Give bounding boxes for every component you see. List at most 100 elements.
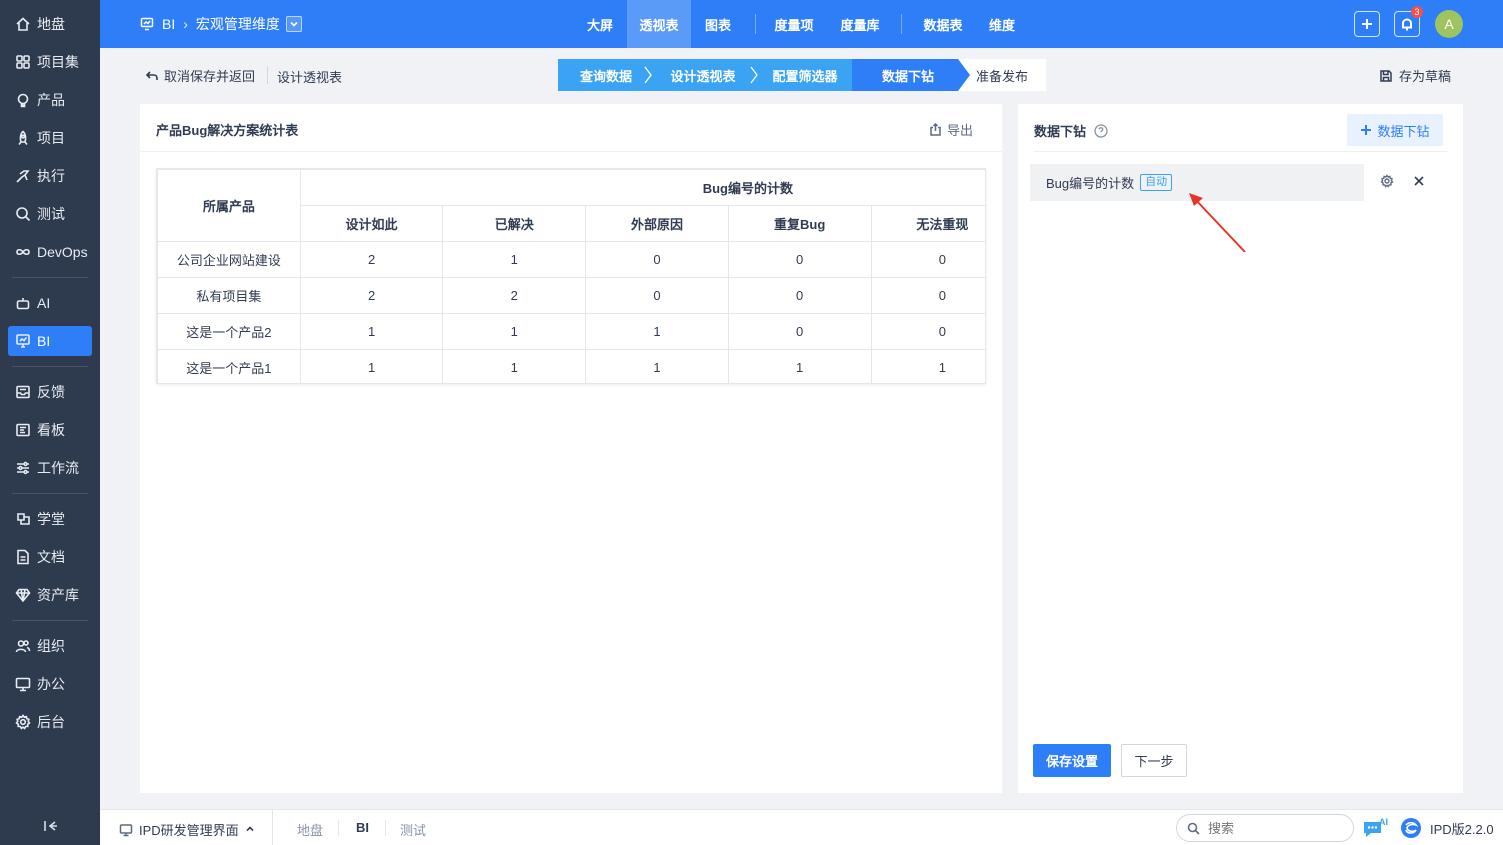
version-info[interactable]: IPD版2.2.0	[1400, 817, 1494, 839]
pivot-table: 所属产品 Bug编号的计数 设计如此 已解决 外部原因 重复Bug 无法重现 延…	[156, 168, 986, 384]
global-search[interactable]	[1176, 814, 1354, 842]
add-drilldown-label: 数据下钻	[1377, 123, 1430, 139]
save-icon	[1380, 69, 1392, 82]
drilldown-title: 数据下钻	[1034, 121, 1108, 140]
footer-tab-qa[interactable]: 测试	[400, 820, 426, 839]
help-icon[interactable]	[1094, 123, 1108, 138]
step-design-pivot[interactable]: 设计透视表	[654, 59, 752, 91]
academy-icon	[15, 511, 31, 527]
grid-icon	[15, 54, 31, 70]
avatar[interactable]: A	[1435, 10, 1463, 38]
table-cell: 2	[299, 277, 444, 314]
sidebar-item-academy[interactable]: 学堂	[8, 504, 92, 534]
oa-icon	[15, 676, 31, 692]
search-input[interactable]	[1208, 820, 1338, 836]
ai-chat-icon[interactable]: AI	[1362, 816, 1390, 840]
table-cell: 0	[585, 277, 729, 314]
sidebar-item-program[interactable]: 项目集	[8, 47, 92, 77]
table-row: 这是一个产品1 1 1 1 1 1	[157, 349, 985, 383]
sidebar-item-execution[interactable]: 执行	[8, 161, 92, 191]
sidebar-item-ai[interactable]: AI	[8, 288, 92, 318]
sidebar-item-label: 工作流	[37, 460, 79, 476]
column-header: 设计如此	[299, 205, 444, 242]
search-icon	[1187, 822, 1200, 835]
step-config-filter[interactable]: 配置筛选器	[752, 59, 858, 91]
return-arrow-icon	[145, 70, 158, 80]
sidebar-item-label: 文档	[37, 549, 65, 565]
table-cell: 1	[442, 313, 587, 350]
sidebar-item-dashboard[interactable]: 地盘	[8, 9, 92, 39]
step-chevron-icon	[644, 66, 652, 84]
nav-dimension[interactable]: 维度	[981, 0, 1023, 48]
sidebar-item-label: 反馈	[37, 384, 65, 400]
export-button[interactable]: 导出	[929, 120, 973, 139]
nav-metric-library[interactable]: 度量库	[832, 0, 888, 48]
nav-chart[interactable]: 图表	[694, 0, 742, 48]
back-label: 取消保存并返回	[164, 69, 256, 84]
sidebar-item-label: DevOps	[37, 244, 88, 260]
breadcrumb-root[interactable]: BI	[162, 16, 175, 32]
table-cell: 1	[727, 349, 872, 383]
save-draft-button[interactable]: 存为草稿	[1379, 66, 1451, 85]
column-header: 外部原因	[585, 205, 729, 242]
table-row: 私有项目集 2 2 0 0 0	[157, 277, 985, 314]
plus-icon	[1361, 125, 1372, 135]
add-button[interactable]	[1354, 11, 1380, 37]
step-prepare-publish[interactable]: 准备发布	[958, 59, 1046, 91]
sidebar-item-project[interactable]: 项目	[8, 123, 92, 153]
table-cell: 1	[442, 241, 587, 278]
nav-metric[interactable]: 度量项	[766, 0, 822, 48]
sidebar-item-label: BI	[37, 333, 51, 349]
nav-pivot[interactable]: 透视表	[627, 0, 691, 48]
table-cell: 0	[870, 241, 985, 278]
ai-badge: AI	[1379, 817, 1388, 827]
nav-datatable[interactable]: 数据表	[915, 0, 971, 48]
table-cell: 0	[585, 241, 729, 278]
sidebar-item-label: 产品	[37, 92, 65, 108]
save-settings-button[interactable]: 保存设置	[1033, 744, 1111, 777]
close-icon	[1414, 176, 1424, 186]
step-chevron-icon	[958, 59, 970, 91]
pivot-title: 产品Bug解决方案统计表	[156, 123, 299, 138]
divider	[272, 810, 273, 845]
footer-tab-dashboard[interactable]: 地盘	[297, 820, 323, 839]
export-label: 导出	[947, 123, 974, 138]
drilldown-delete-button[interactable]	[1412, 174, 1428, 190]
sidebar-item-product[interactable]: 产品	[8, 85, 92, 115]
sidebar-item-office[interactable]: 办公	[8, 669, 92, 699]
sidebar-item-devops[interactable]: DevOps	[8, 237, 92, 267]
zentao-logo-icon	[1401, 818, 1421, 838]
footer-bar: IPD研发管理界面 地盘 BI 测试 AI IPD版2.2.0	[100, 809, 1503, 845]
column-header: 无法重现	[870, 205, 985, 242]
sidebar-item-label: 办公	[37, 676, 65, 692]
nav-screen[interactable]: 大屏	[576, 0, 624, 48]
sidebar-divider	[12, 620, 88, 621]
sidebar-item-workflow[interactable]: 工作流	[8, 453, 92, 483]
app-switcher[interactable]: IPD研发管理界面	[119, 820, 255, 839]
collapse-sidebar-icon[interactable]	[41, 817, 59, 835]
sidebar-item-org[interactable]: 组织	[8, 631, 92, 661]
sidebar-item-admin[interactable]: 后台	[8, 707, 92, 737]
step-drilldown[interactable]: 数据下钻	[858, 59, 958, 91]
chevron-down-icon[interactable]	[285, 16, 302, 32]
run-icon	[15, 168, 31, 184]
step-query-data[interactable]: 查询数据	[558, 59, 654, 91]
sidebar-item-qa[interactable]: 测试	[8, 199, 92, 229]
cancel-and-return-button[interactable]: 取消保存并返回	[145, 66, 255, 85]
step-chevron-icon	[750, 66, 758, 84]
gear-icon	[1380, 174, 1394, 188]
table-row: 公司企业网站建设 2 1 0 0 0	[157, 241, 985, 278]
drilldown-settings-button[interactable]	[1380, 174, 1396, 190]
sidebar-item-assets[interactable]: 资产库	[8, 580, 92, 610]
add-drilldown-button[interactable]: 数据下钻	[1347, 114, 1443, 146]
sidebar-item-docs[interactable]: 文档	[8, 542, 92, 572]
footer-tab-bi[interactable]: BI	[356, 820, 369, 835]
notification-badge: 3	[1411, 6, 1423, 18]
sidebar-item-label: 看板	[37, 422, 65, 438]
sidebar-item-bi[interactable]: BI	[8, 326, 92, 356]
sidebar-item-kanban[interactable]: 看板	[8, 415, 92, 445]
sidebar: 地盘 项目集 产品 项目 执行 测试 DevOps AI BI 反馈 看板 工作…	[0, 0, 100, 845]
next-step-button[interactable]: 下一步	[1121, 744, 1187, 777]
breadcrumb-current[interactable]: 宏观管理维度	[196, 14, 280, 34]
sidebar-item-feedback[interactable]: 反馈	[8, 377, 92, 407]
